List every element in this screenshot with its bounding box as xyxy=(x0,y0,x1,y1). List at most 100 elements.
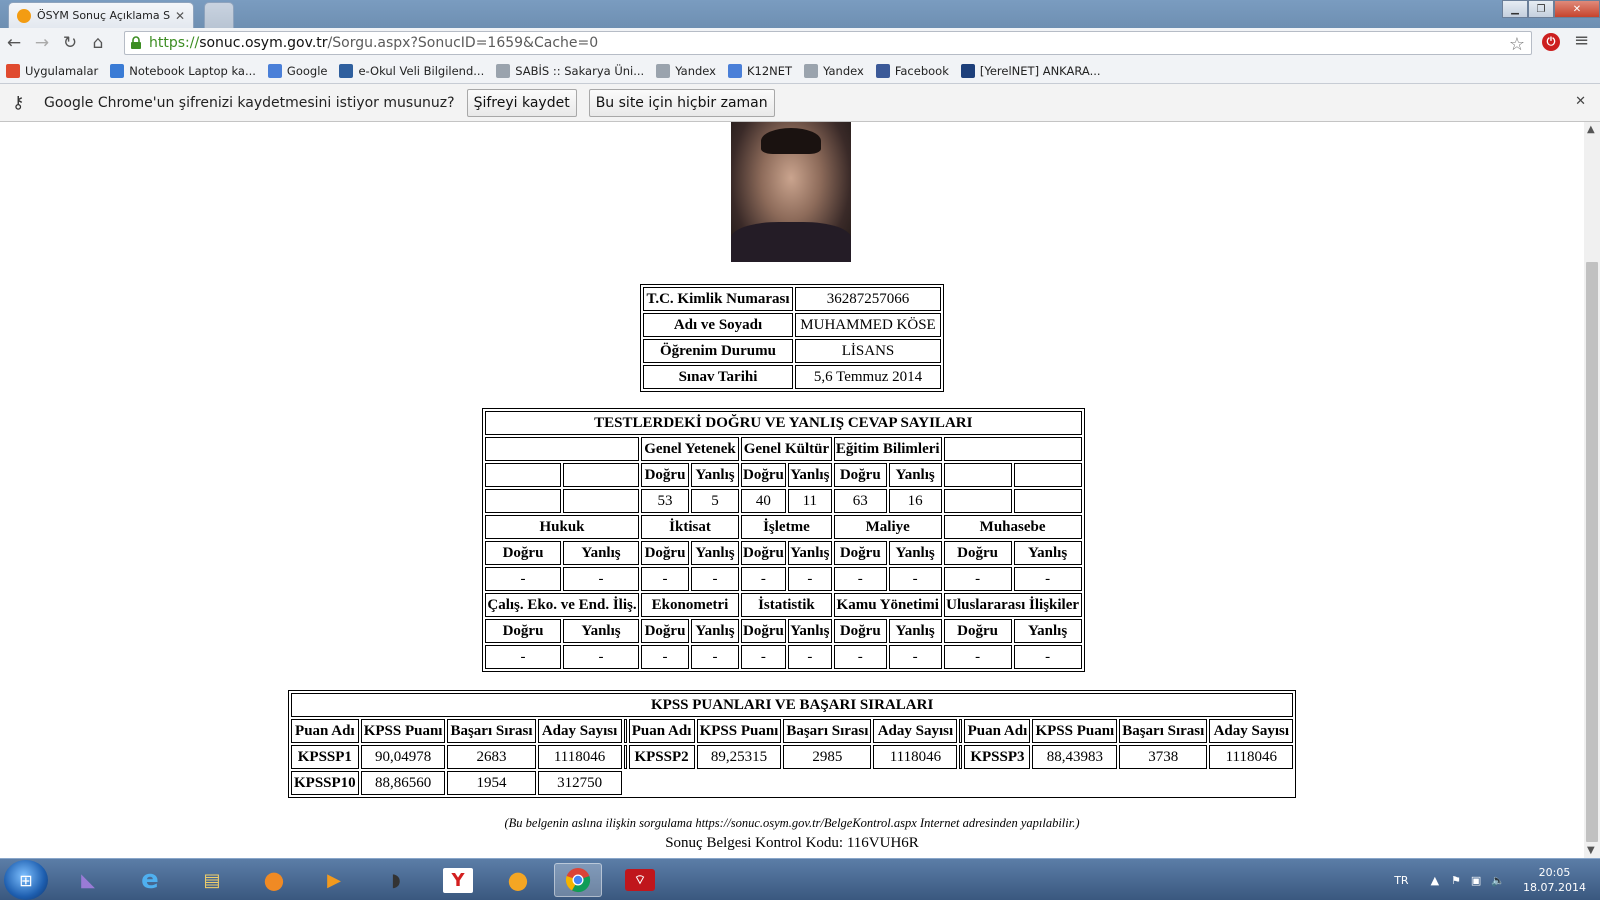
start-button[interactable]: ⊞ xyxy=(4,860,48,900)
table-row: Doğru Yanlış Doğru Yanlış Doğru Yanlış xyxy=(485,463,1082,487)
infobar-close-icon[interactable]: ✕ xyxy=(1575,94,1586,109)
tab-close-icon[interactable]: ✕ xyxy=(175,9,185,23)
answer-count xyxy=(943,489,1012,513)
visual-studio-icon[interactable]: ◣ xyxy=(64,863,112,897)
internet-explorer-icon[interactable]: e xyxy=(126,863,174,897)
table-row: ---------- xyxy=(485,645,1082,669)
bookmark-item[interactable]: Google xyxy=(267,63,327,78)
bookmark-label: SABİS :: Sakarya Üni... xyxy=(515,63,645,78)
score-name: KPSSP3 xyxy=(964,745,1031,769)
answer-count: - xyxy=(787,645,832,669)
firefox-icon[interactable]: ● xyxy=(250,863,298,897)
media-player-icon[interactable]: ▶ xyxy=(310,863,358,897)
answer-count: - xyxy=(833,645,887,669)
score-name: KPSSP1 xyxy=(291,745,359,769)
back-icon[interactable]: ← xyxy=(0,29,28,57)
extension-icon[interactable]: ⏻ xyxy=(1542,33,1560,51)
page-icon xyxy=(496,63,511,78)
never-for-site-button[interactable]: Bu site için hiçbir zaman xyxy=(588,88,775,117)
close-window-button[interactable]: ✕ xyxy=(1554,0,1600,18)
maximize-button[interactable]: ❐ xyxy=(1528,0,1554,18)
reload-icon[interactable]: ↻ xyxy=(56,29,84,57)
avea-icon[interactable]: ⌔ xyxy=(616,863,664,897)
tab-title: ÖSYM Sonuç Açıklama Si xyxy=(37,9,171,22)
correct-header: Doğru xyxy=(485,619,561,643)
yerelnet-icon xyxy=(960,63,975,78)
bookmark-item[interactable]: Facebook xyxy=(875,63,949,78)
field-value: LİSANS xyxy=(795,339,941,363)
wrong-header: Yanlış xyxy=(787,463,832,487)
column-header: Başarı Sırası xyxy=(1119,719,1208,743)
bookmark-item[interactable]: [YerelNET] ANKARA... xyxy=(960,63,1101,78)
bookmark-item[interactable]: SABİS :: Sakarya Üni... xyxy=(496,63,645,78)
chrome-taskbar-icon[interactable] xyxy=(554,863,602,897)
messenger-icon[interactable]: ● xyxy=(494,863,542,897)
scroll-up-icon[interactable]: ▲ xyxy=(1587,124,1595,135)
minimize-button[interactable]: ▁ xyxy=(1502,0,1528,18)
bookmark-label: [YerelNET] ANKARA... xyxy=(979,63,1101,78)
bookmark-item[interactable]: K12NET xyxy=(727,63,792,78)
tab-osym[interactable]: ÖSYM Sonuç Açıklama Si ✕ xyxy=(8,2,194,28)
chrome-icon xyxy=(565,868,591,893)
correct-header: Doğru xyxy=(641,619,689,643)
clock-date: 18.07.2014 xyxy=(1523,881,1586,894)
language-indicator[interactable]: TR xyxy=(1394,874,1408,887)
answer-count: - xyxy=(741,645,786,669)
correct-header xyxy=(485,463,561,487)
answer-count: 11 xyxy=(787,489,832,513)
table-row: Çalış. Eko. ve End. İliş. Ekonometri İstat… xyxy=(485,593,1082,617)
infobar-message: Google Chrome'un şifrenizi kaydetmesini … xyxy=(44,94,455,111)
forward-icon[interactable]: → xyxy=(28,29,56,57)
answer-count: - xyxy=(563,645,639,669)
volume-icon[interactable]: 🔈 xyxy=(1491,874,1505,887)
key-icon: ⚷ xyxy=(12,92,25,113)
table-row: Adı ve Soyadı MUHAMMED KÖSE xyxy=(643,313,941,337)
scroll-down-icon[interactable]: ▼ xyxy=(1587,845,1595,856)
success-rank: 2683 xyxy=(447,745,536,769)
test-name: Maliye xyxy=(833,515,942,539)
home-icon[interactable]: ⌂ xyxy=(84,29,112,57)
scroll-thumb[interactable] xyxy=(1586,262,1598,842)
answer-count: - xyxy=(485,567,561,591)
correct-header: Doğru xyxy=(833,541,887,565)
test-name: Muhasebe xyxy=(943,515,1082,539)
answer-count xyxy=(563,489,639,513)
bookmark-item[interactable]: Yandex xyxy=(656,63,716,78)
control-code: Sonuç Belgesi Kontrol Kodu: 116VUH6R xyxy=(665,835,919,851)
test-name xyxy=(485,437,639,461)
wrong-header: Yanlış xyxy=(563,619,639,643)
test-name: Hukuk xyxy=(485,515,639,539)
file-explorer-icon[interactable]: ▤ xyxy=(188,863,236,897)
column-header: Puan Adı xyxy=(964,719,1031,743)
table-title: TESTLERDEKİ DOĞRU VE YANLIŞ CEVAP SAYILA… xyxy=(485,411,1082,435)
clock[interactable]: 20:05 18.07.2014 xyxy=(1523,865,1586,895)
separator-cell xyxy=(623,719,627,743)
page-scrollbar[interactable]: ▲ ▼ xyxy=(1584,122,1600,858)
verification-note: (Bu belgenin aslına ilişkin sorgulama ht… xyxy=(504,816,1080,830)
action-center-icon[interactable]: ⚑ xyxy=(1451,874,1461,887)
bookmark-item[interactable]: Uygulamalar xyxy=(6,63,98,78)
bookmark-item[interactable]: Yandex xyxy=(804,63,864,78)
new-tab-button[interactable] xyxy=(204,2,234,28)
answer-count: - xyxy=(943,645,1012,669)
window-controls: ▁ ❐ ✕ xyxy=(1502,0,1600,18)
show-hidden-icons-icon[interactable]: ▲ xyxy=(1431,874,1439,887)
table-row: Öğrenim Durumu LİSANS xyxy=(643,339,941,363)
app-icon[interactable]: ◗ xyxy=(372,863,420,897)
network-icon[interactable]: ▣ xyxy=(1471,874,1481,887)
answer-count xyxy=(1013,489,1082,513)
chrome-menu-icon[interactable]: ≡ xyxy=(1574,30,1589,51)
separator-cell xyxy=(623,745,627,769)
browser-title-bar: ÖSYM Sonuç Açıklama Si ✕ ▁ ❐ ✕ xyxy=(0,0,1600,28)
bookmark-item[interactable]: e-Okul Veli Bilgilend... xyxy=(339,63,484,78)
address-bar[interactable]: https://sonuc.osym.gov.tr/Sorgu.aspx?Son… xyxy=(124,31,1532,55)
save-password-button[interactable]: Şifreyi kaydet xyxy=(466,88,577,117)
test-name: Eğitim Bilimleri xyxy=(833,437,942,461)
bookmark-star-icon[interactable]: ☆ xyxy=(1509,34,1525,55)
yandex-icon[interactable]: Y xyxy=(434,863,482,897)
correct-header: Doğru xyxy=(485,541,561,565)
bookmark-item[interactable]: Notebook Laptop ka... xyxy=(110,63,256,78)
kpss-scores-table: KPSS PUANLARI VE BAŞARI SIRALARI Puan Adı… xyxy=(288,690,1297,798)
test-name: İstatistik xyxy=(741,593,832,617)
field-label: Adı ve Soyadı xyxy=(643,313,793,337)
